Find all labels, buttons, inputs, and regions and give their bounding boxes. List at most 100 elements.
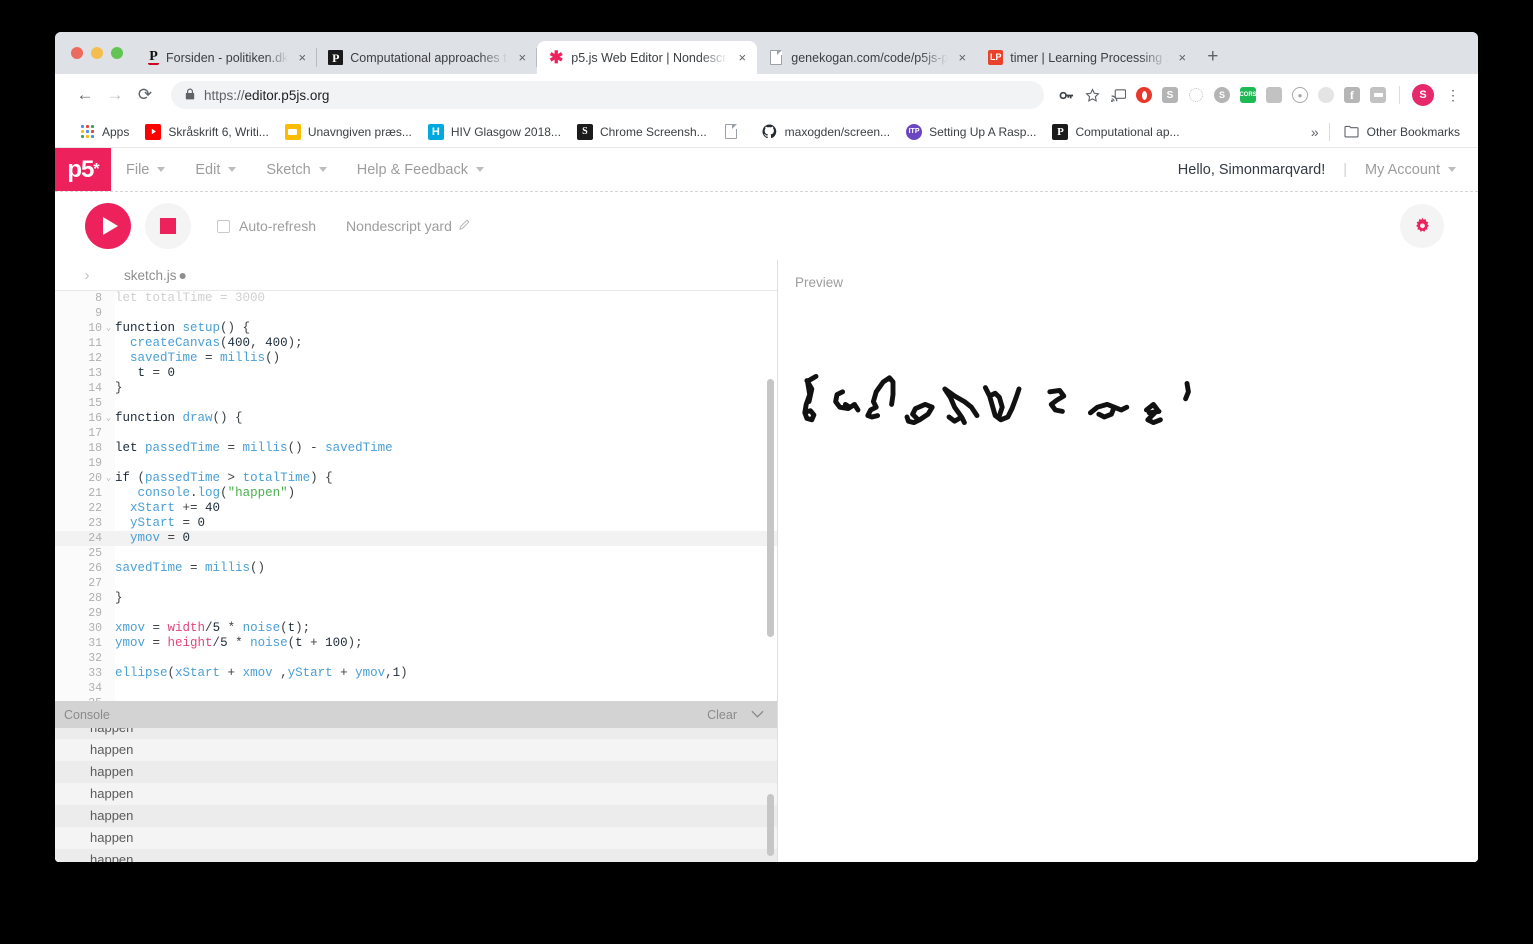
code-line: 26 savedTime = millis(): [55, 561, 777, 576]
tab-close-icon[interactable]: ×: [295, 51, 309, 64]
editor-preview-split: › sketch.js ● 8 let totalTime = 3000 9 10 ⌄…: [55, 260, 1478, 862]
back-button[interactable]: ←: [71, 81, 99, 109]
pencil-edit-icon[interactable]: [459, 219, 470, 233]
bookmark-computational-ap[interactable]: P Computational ap...: [1044, 121, 1187, 143]
browser-tab-learning-processing[interactable]: LP timer | Learning Processing 2n ×: [977, 41, 1197, 74]
auto-refresh-label: Auto-refresh: [239, 218, 317, 234]
address-bar[interactable]: https://editor.p5js.org: [171, 81, 1044, 109]
menu-file[interactable]: File: [111, 148, 180, 191]
tab-close-icon[interactable]: ×: [955, 51, 969, 64]
auto-refresh-toggle[interactable]: Auto-refresh: [217, 218, 316, 234]
bookmark-unavngiven[interactable]: Unavngiven præs...: [277, 121, 420, 143]
sidebar-toggle-icon[interactable]: ›: [70, 267, 104, 284]
tab-title: p5.js Web Editor | Nondescript: [571, 50, 729, 65]
s-extension-icon[interactable]: S: [1158, 83, 1182, 107]
line-number: 30: [55, 621, 102, 636]
skype-extension-icon[interactable]: S: [1210, 83, 1234, 107]
sketch-canvas[interactable]: [788, 298, 1208, 718]
menu-my-account[interactable]: My Account: [1365, 162, 1456, 178]
play-button[interactable]: [85, 203, 131, 249]
reload-button[interactable]: ⟳: [131, 81, 159, 109]
console-title: Console: [64, 707, 110, 722]
bookmark-page[interactable]: [715, 121, 754, 143]
browser-tab-politiken[interactable]: P Forsiden - politiken.dk ×: [137, 41, 318, 74]
bookmark-maxogden[interactable]: maxogden/screen...: [754, 121, 898, 143]
opera-extension-icon[interactable]: [1132, 83, 1156, 107]
menu-sketch[interactable]: Sketch: [251, 148, 341, 191]
stop-button[interactable]: [145, 203, 191, 249]
minimize-window-button[interactable]: [91, 47, 103, 59]
code-text: if (passedTime > totalTime) {: [115, 471, 333, 485]
fold-marker: [102, 366, 115, 381]
fold-marker: [102, 576, 115, 591]
menu-label: File: [126, 161, 150, 178]
tab-close-icon[interactable]: ×: [735, 51, 749, 64]
circle-extension-icon[interactable]: [1184, 83, 1208, 107]
settings-button[interactable]: [1400, 204, 1444, 248]
chrome-menu-icon[interactable]: ⋮: [1436, 87, 1466, 104]
browser-tab-genekogan[interactable]: genekogan.com/code/p5js-per ×: [757, 41, 977, 74]
apps-grid-icon: [79, 124, 95, 140]
fold-marker[interactable]: ⌄: [102, 321, 115, 336]
cors-extension-icon[interactable]: CORS: [1236, 83, 1260, 107]
bookmark-skraaskrift[interactable]: Skråskrift 6, Writi...: [137, 121, 276, 143]
sketch-name-label: Nondescript yard: [346, 218, 452, 234]
fold-marker: [102, 306, 115, 321]
p5-logo[interactable]: p5 *: [55, 148, 111, 191]
facebook-extension-icon[interactable]: f: [1340, 83, 1364, 107]
code-line: 29: [55, 606, 777, 621]
grey-extension-icon[interactable]: [1262, 83, 1286, 107]
tab-close-icon[interactable]: ×: [1175, 51, 1189, 64]
file-tab-sketchjs[interactable]: sketch.js ●: [104, 268, 187, 283]
other-bookmarks-button[interactable]: Other Bookmarks: [1336, 121, 1468, 143]
folder-icon: [1344, 124, 1360, 140]
maximize-window-button[interactable]: [111, 47, 123, 59]
github-icon: [762, 124, 778, 140]
chevron-down-icon[interactable]: [751, 707, 764, 722]
code-text: t = 0: [115, 366, 176, 380]
cast-icon[interactable]: [1106, 83, 1130, 107]
profile-avatar[interactable]: S: [1412, 84, 1434, 106]
code-line: 33 ellipse(xStart + xmov ,yStart + ymov,1…: [55, 666, 777, 681]
p5-logo-text: p5: [67, 155, 94, 183]
politiken-icon: P: [148, 48, 159, 65]
p5-navbar: p5 * File Edit Sketch Help & Feedback Hel…: [55, 148, 1478, 192]
close-window-button[interactable]: [71, 47, 83, 59]
sketch-name-field[interactable]: Nondescript yard: [346, 218, 470, 234]
bookmark-apps[interactable]: Apps: [71, 121, 137, 143]
forward-button[interactable]: →: [101, 81, 129, 109]
line-number: 19: [55, 456, 102, 471]
bookmark-chrome-screenshot[interactable]: S Chrome Screensh...: [569, 121, 715, 143]
menu-help-feedback[interactable]: Help & Feedback: [342, 148, 499, 191]
preview-label: Preview: [795, 275, 844, 290]
bookmark-label: Setting Up A Rasp...: [929, 124, 1037, 139]
menu-edit[interactable]: Edit: [180, 148, 251, 191]
sketch-stroke: [833, 389, 861, 413]
fold-marker[interactable]: ⌄: [102, 471, 115, 486]
password-key-icon[interactable]: [1054, 83, 1078, 107]
code-scroll-area[interactable]: 8 let totalTime = 3000 9 10 ⌄ function setup…: [55, 291, 777, 701]
droplet-extension-icon[interactable]: ●: [1288, 83, 1312, 107]
console-output[interactable]: happenhappenhappenhappenhappenhappenhapp…: [55, 728, 777, 862]
play-icon: [102, 217, 118, 235]
console-vertical-scrollbar[interactable]: [767, 794, 774, 856]
browser-tab-computational-approaches[interactable]: P Computational approaches to t ×: [317, 41, 538, 74]
browser-tab-p5js-editor[interactable]: ✱ p5.js Web Editor | Nondescript ×: [537, 41, 758, 74]
screen-extension-icon[interactable]: [1366, 83, 1390, 107]
bookmark-star-icon[interactable]: [1080, 83, 1104, 107]
bookmark-hiv-glasgow[interactable]: H HIV Glasgow 2018...: [420, 121, 569, 143]
bookmarks-overflow-button[interactable]: »: [1301, 124, 1329, 140]
auto-refresh-checkbox[interactable]: [217, 219, 230, 233]
editor-pane: › sketch.js ● 8 let totalTime = 3000 9 10 ⌄…: [55, 260, 778, 862]
new-tab-button[interactable]: +: [1197, 41, 1228, 74]
code-editor[interactable]: 8 let totalTime = 3000 9 10 ⌄ function setup…: [55, 290, 777, 701]
bookmark-raspberry[interactable]: ITP Setting Up A Rasp...: [898, 121, 1044, 143]
editor-vertical-scrollbar[interactable]: [767, 379, 774, 637]
fold-marker: [102, 396, 115, 411]
tab-close-icon[interactable]: ×: [515, 51, 529, 64]
console-clear-button[interactable]: Clear: [707, 708, 737, 722]
pale-circle-extension-icon[interactable]: [1314, 83, 1338, 107]
code-line: 12 savedTime = millis(): [55, 351, 777, 366]
fold-marker: [102, 426, 115, 441]
fold-marker[interactable]: ⌄: [102, 411, 115, 426]
